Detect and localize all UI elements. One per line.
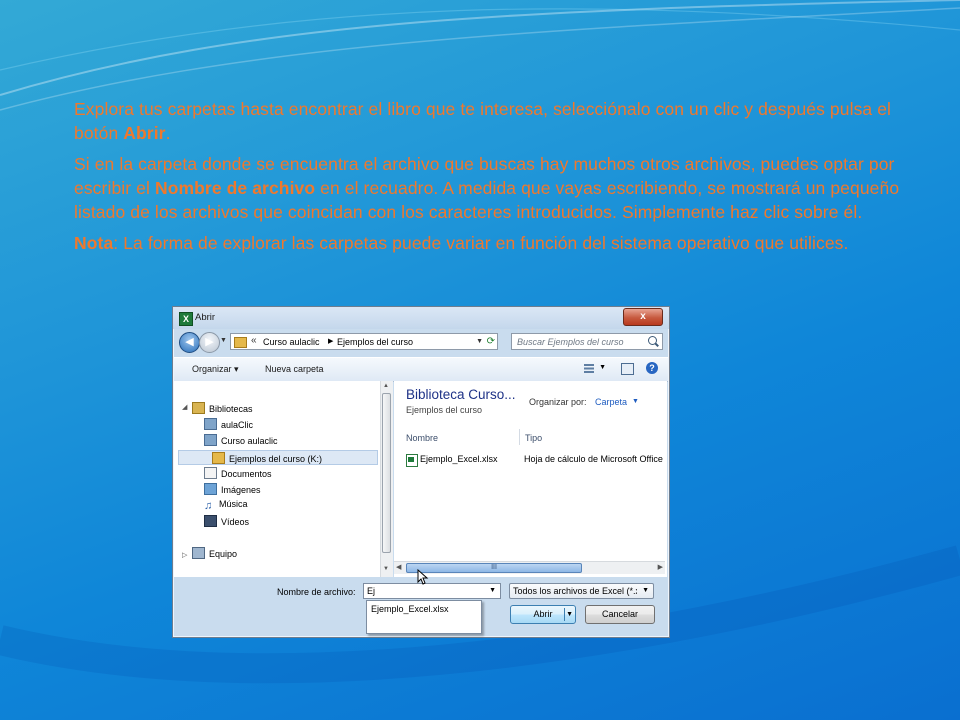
autocomplete-list: Ejemplo_Excel.xlsx <box>366 600 482 634</box>
navigation-bar: ◀ ▶ ▼ « Curso aulaclic ▶ Ejemplos del cu… <box>177 331 665 353</box>
tree-item-aulaclic[interactable]: aulaClic <box>204 418 253 430</box>
folder-icon <box>234 337 247 348</box>
computer-icon <box>192 547 205 559</box>
excel-file-icon <box>406 454 418 467</box>
scroll-left-arrow[interactable]: ◀ <box>396 563 401 571</box>
dialog-title: Abrir <box>195 312 216 323</box>
column-header-name[interactable]: Nombre <box>406 433 438 443</box>
tree-item-documentos[interactable]: Documentos <box>204 467 272 479</box>
music-icon: ♫ <box>204 500 213 512</box>
tree-label: Documentos <box>221 469 272 479</box>
file-name: Ejemplo_Excel.xlsx <box>420 454 498 464</box>
library-icon <box>204 418 217 430</box>
close-button[interactable]: x <box>623 308 663 326</box>
filename-dropdown-icon[interactable]: ▼ <box>489 587 496 594</box>
filename-label: Nombre de archivo: <box>277 587 356 597</box>
file-list-horizontal-scrollbar[interactable]: ◀ III ▶ <box>394 561 665 574</box>
tree-item-ejemplos-del-curso[interactable]: Ejemplos del curso (K:) <box>212 452 322 464</box>
back-button[interactable]: ◀ <box>179 332 200 353</box>
arrange-dropdown-arrow-icon[interactable]: ▼ <box>632 398 639 405</box>
open-options-dropdown-icon[interactable]: ▼ <box>566 606 573 623</box>
scroll-down-arrow[interactable]: ▼ <box>383 566 389 572</box>
column-header-type[interactable]: Tipo <box>525 433 542 443</box>
file-type: Hoja de cálculo de Microsoft Office <box>524 454 663 464</box>
breadcrumb-arrow-icon[interactable]: ▶ <box>328 337 333 345</box>
address-bar[interactable]: « Curso aulaclic ▶ Ejemplos del curso ▼ … <box>230 333 498 350</box>
dialog-footer: Nombre de archivo: Ej ▼ Todos los archiv… <box>173 577 669 637</box>
tree-label: Imágenes <box>221 485 261 495</box>
cancel-button[interactable]: Cancelar <box>585 605 655 624</box>
tree-item-musica[interactable]: ♫ Música <box>204 499 248 512</box>
refresh-icon[interactable]: ⟳ <box>487 336 495 347</box>
instruction-paragraph-2: Si en la carpeta donde se encuentra el a… <box>74 154 900 222</box>
address-dropdown[interactable]: ▼ <box>476 338 483 345</box>
search-icon[interactable] <box>648 336 657 345</box>
videos-icon <box>204 515 217 527</box>
column-divider[interactable] <box>519 429 520 445</box>
scroll-up-arrow[interactable]: ▲ <box>383 383 389 389</box>
tree-label: Música <box>219 499 248 509</box>
title-bar[interactable]: X Abrir x <box>173 307 669 329</box>
file-row[interactable]: Ejemplo_Excel.xlsx Hoja de cálculo de Mi… <box>406 453 676 467</box>
tree-item-equipo[interactable]: Equipo <box>192 547 237 559</box>
search-placeholder: Buscar Ejemplos del curso <box>517 337 624 347</box>
recent-locations-dropdown[interactable]: ▼ <box>220 337 227 344</box>
split-divider <box>564 608 565 621</box>
preview-pane-icon[interactable] <box>621 363 634 375</box>
instruction-paragraph-1: Explora tus carpetas hasta encontrar el … <box>74 99 892 143</box>
organize-button[interactable]: Organizar ▾ <box>192 364 239 375</box>
arrange-by-label: Organizar por: <box>529 397 587 407</box>
documents-icon <box>204 467 217 479</box>
instruction-note: Nota: La forma de explorar las carpetas … <box>74 233 849 253</box>
tree-label: Bibliotecas <box>209 404 253 414</box>
forward-button[interactable]: ▶ <box>199 332 220 353</box>
library-title: Biblioteca Curso... <box>406 387 516 402</box>
breadcrumb-overflow[interactable]: « <box>251 335 257 346</box>
tree-label: aulaClic <box>221 420 254 430</box>
library-subtitle: Ejemplos del curso <box>406 405 483 415</box>
file-type-filter-value: Todos los archivos de Excel (*.x <box>513 586 637 596</box>
autocomplete-item[interactable]: Ejemplo_Excel.xlsx <box>371 604 449 614</box>
tree-label: Vídeos <box>221 517 250 527</box>
expand-arrow-icon[interactable]: ▷ <box>182 551 187 559</box>
breadcrumb-ejemplos[interactable]: Ejemplos del curso <box>337 337 413 347</box>
scrollbar-thumb[interactable] <box>382 393 391 553</box>
file-list-pane: Biblioteca Curso... Ejemplos del curso O… <box>394 381 667 577</box>
library-icon <box>192 402 205 414</box>
mouse-cursor-icon <box>417 569 429 585</box>
breadcrumb-curso-aulaclic[interactable]: Curso aulaclic <box>263 337 320 347</box>
open-file-dialog: X Abrir x ◀ ▶ ▼ « Curso aulaclic ▶ Ejemp… <box>172 306 670 638</box>
command-bar: Organizar ▾ Nueva carpeta ▼ ? <box>174 357 668 382</box>
excel-icon: X <box>179 312 193 326</box>
filename-value: Ej <box>367 586 376 596</box>
open-button-label: Abrir <box>533 609 553 619</box>
view-options-icon[interactable] <box>584 364 594 373</box>
instructions-text: Explora tus carpetas hasta encontrar el … <box>74 97 904 262</box>
navigation-scrollbar[interactable]: ▲ ▼ <box>380 381 393 577</box>
tree-item-imagenes[interactable]: Imágenes <box>204 483 261 495</box>
tree-label: Curso aulaclic <box>221 436 278 446</box>
navigation-pane: ◢ Bibliotecas aulaClic Curso aulaclic Ej… <box>174 381 393 577</box>
filter-dropdown-icon[interactable]: ▼ <box>642 587 649 594</box>
tree-item-videos[interactable]: Vídeos <box>204 515 249 527</box>
tree-label: Ejemplos del curso (K:) <box>229 454 323 464</box>
file-type-filter[interactable]: Todos los archivos de Excel (*.x ▼ <box>509 583 654 599</box>
library-icon <box>204 434 217 446</box>
tree-item-curso-aulaclic[interactable]: Curso aulaclic <box>204 434 278 446</box>
arrange-by-dropdown[interactable]: Carpeta <box>595 397 627 407</box>
scroll-right-arrow[interactable]: ▶ <box>658 563 663 571</box>
scrollbar-thumb[interactable]: III <box>406 563 582 573</box>
open-button[interactable]: Abrir ▼ <box>510 605 576 624</box>
view-dropdown[interactable]: ▼ <box>599 364 606 371</box>
new-folder-button[interactable]: Nueva carpeta <box>265 364 324 374</box>
filename-input[interactable]: Ej ▼ <box>363 583 501 599</box>
search-input[interactable]: Buscar Ejemplos del curso <box>511 333 663 350</box>
expand-arrow-icon[interactable]: ◢ <box>182 403 187 411</box>
folder-icon <box>212 452 225 464</box>
help-icon[interactable]: ? <box>646 362 658 374</box>
tree-item-bibliotecas[interactable]: Bibliotecas <box>192 402 253 414</box>
tree-label: Equipo <box>209 549 238 559</box>
pictures-icon <box>204 483 217 495</box>
